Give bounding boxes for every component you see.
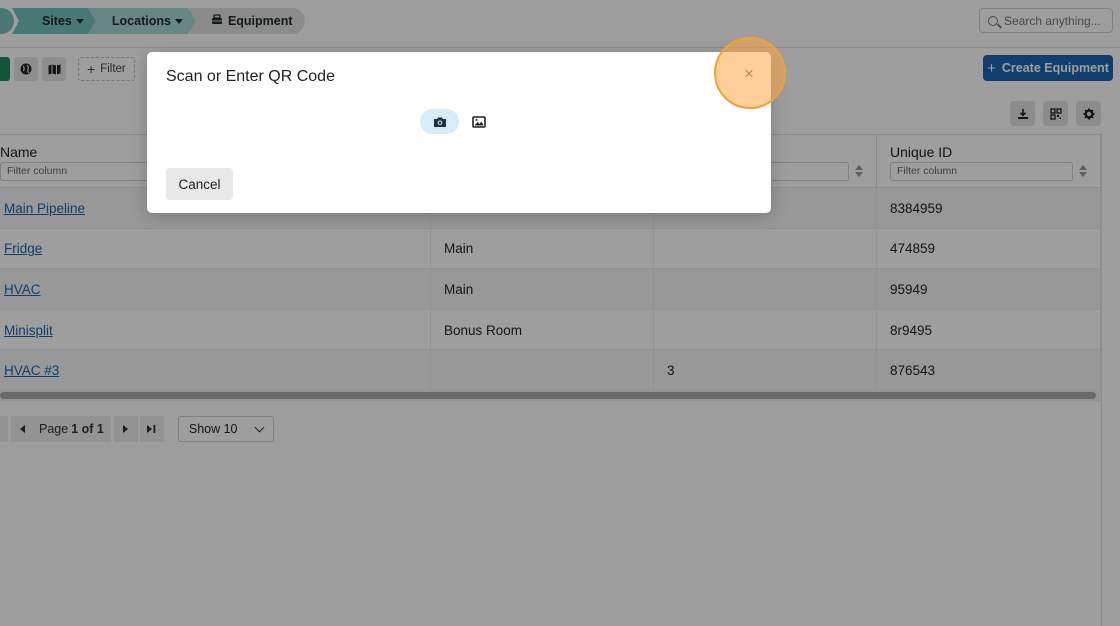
qr-code-dialog: Scan or Enter QR Code × Cancel [147, 52, 771, 213]
camera-icon [433, 117, 446, 127]
cancel-button[interactable]: Cancel [166, 168, 233, 200]
image-icon [472, 115, 486, 128]
camera-scan-tab[interactable] [420, 109, 459, 134]
click-highlight-marker [714, 37, 786, 109]
image-upload-tab[interactable] [465, 109, 493, 134]
dialog-title: Scan or Enter QR Code [166, 68, 335, 85]
